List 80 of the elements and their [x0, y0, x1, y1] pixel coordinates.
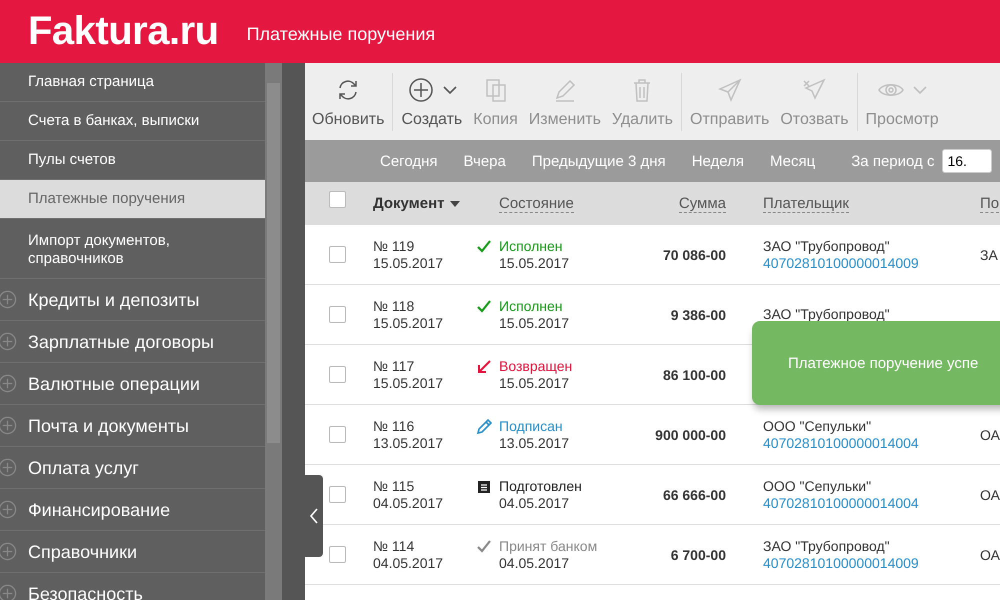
- payer-name: ЗАО "Трубопровод": [763, 238, 891, 254]
- status-text: Возвращен: [499, 358, 572, 374]
- amount: 6 700-00: [670, 546, 726, 562]
- scrollbar[interactable]: [265, 63, 282, 600]
- period-link[interactable]: Вчера: [464, 152, 506, 170]
- document-date: 04.05.2017: [373, 494, 444, 512]
- status-text: Принят банком: [499, 538, 598, 554]
- payer-name: ЗАО "Трубопровод": [763, 306, 891, 323]
- column-header[interactable]: Состояние: [499, 195, 574, 213]
- toolbar-button[interactable]: Создать: [398, 74, 466, 128]
- document-number: № 118: [373, 298, 416, 314]
- page-title: Платежные поручения: [246, 24, 436, 45]
- plus-icon: [0, 290, 17, 309]
- document-date: 15.05.2017: [373, 374, 444, 392]
- table-cell: ОА: [980, 486, 1000, 502]
- row-checkbox[interactable]: [328, 246, 346, 263]
- chevron-left-icon: [309, 508, 319, 524]
- column-header[interactable]: По: [980, 195, 1000, 213]
- sort-arrow-icon[interactable]: [450, 200, 460, 206]
- row-checkbox[interactable]: [328, 546, 346, 563]
- table-cell: ОА: [980, 546, 1000, 562]
- document-number: № 116: [373, 418, 416, 434]
- row-checkbox[interactable]: [328, 486, 346, 503]
- status-date: 15.05.2017: [499, 374, 570, 392]
- column-header[interactable]: Документ: [373, 195, 445, 212]
- plus-icon: [0, 500, 17, 519]
- period-link[interactable]: Предыдущие 3 дня: [532, 152, 666, 170]
- amount: 9 386-00: [670, 306, 726, 322]
- payer-name: ЗАО "Трубопровод": [763, 538, 891, 554]
- select-all-checkbox[interactable]: [328, 191, 346, 208]
- account-link[interactable]: 40702810100000014009: [763, 554, 970, 572]
- plus-icon: [0, 416, 17, 435]
- status-text: Подписан: [499, 418, 564, 434]
- logo[interactable]: Faktura.ru: [28, 9, 219, 54]
- amount: 66 666-00: [662, 486, 726, 502]
- account-link[interactable]: 40702810100000014009: [763, 254, 970, 272]
- amount: 70 086-00: [662, 246, 726, 262]
- period-link[interactable]: Неделя: [692, 152, 744, 170]
- payer-name: ООО "Сепульки": [763, 478, 872, 494]
- document-date: 15.05.2017: [373, 254, 444, 272]
- period-link[interactable]: Сегодня: [380, 152, 438, 170]
- payer-name: ООО "Сепульки": [763, 418, 872, 434]
- collapse-button[interactable]: [305, 475, 323, 557]
- status-text: Исполнен: [499, 298, 564, 314]
- period-label: За период с: [851, 152, 934, 170]
- toast-message: Платежное поручение успе: [788, 354, 978, 372]
- plus-icon: [0, 542, 17, 561]
- status-date: 04.05.2017: [499, 554, 570, 572]
- period-link[interactable]: Месяц: [770, 152, 816, 170]
- document-date: 15.05.2017: [373, 314, 444, 332]
- row-checkbox[interactable]: [328, 366, 346, 383]
- document-date: 04.05.2017: [373, 554, 444, 572]
- amount: 900 000-00: [655, 426, 726, 442]
- row-checkbox[interactable]: [328, 306, 346, 323]
- status-date: 15.05.2017: [499, 254, 570, 272]
- column-header[interactable]: Сумма: [678, 195, 726, 213]
- document-number: № 117: [373, 358, 416, 374]
- account-link[interactable]: 40702810100000014004: [763, 494, 970, 512]
- table-cell: ЗА: [980, 246, 998, 262]
- row-checkbox[interactable]: [328, 426, 346, 443]
- toolbar-button[interactable]: Обновить: [309, 74, 388, 128]
- status-date: 04.05.2017: [499, 494, 570, 512]
- column-header[interactable]: Плательщик: [763, 195, 849, 213]
- status-date: 15.05.2017: [499, 314, 570, 332]
- date-field[interactable]: 16.: [942, 149, 992, 173]
- sidebar-item[interactable]: Платежные поручения: [0, 180, 265, 219]
- document-number: № 114: [373, 538, 416, 554]
- document-number: № 119: [373, 238, 416, 254]
- document-number: № 115: [373, 478, 416, 494]
- table-cell: ОА: [980, 426, 1000, 442]
- amount: 86 100-00: [662, 366, 726, 382]
- plus-icon: [0, 374, 17, 393]
- status-text: Подготовлен: [499, 478, 582, 494]
- status-date: 13.05.2017: [499, 434, 570, 452]
- plus-icon: [0, 458, 17, 477]
- account-link[interactable]: 40702810100000014004: [763, 434, 970, 452]
- status-text: Исполнен: [499, 238, 564, 254]
- plus-icon: [0, 584, 17, 600]
- plus-icon: [0, 332, 17, 351]
- document-date: 13.05.2017: [373, 434, 444, 452]
